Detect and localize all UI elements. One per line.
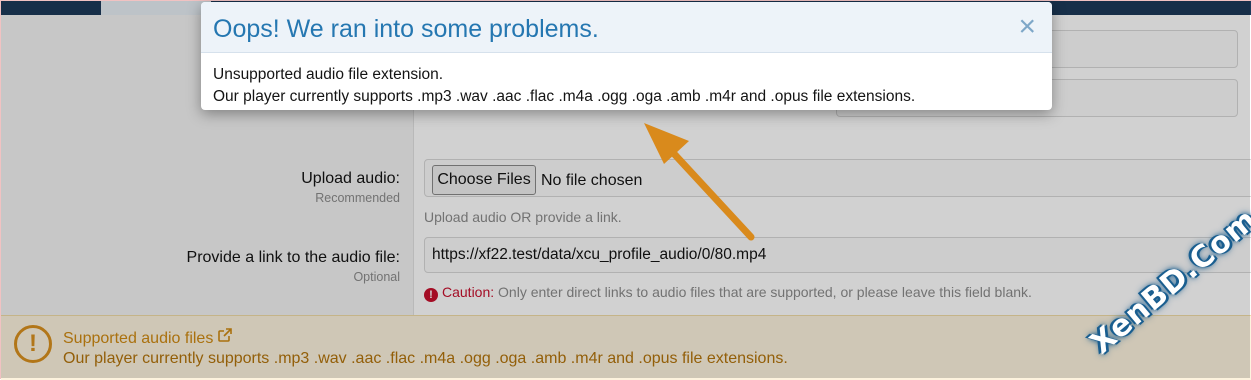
page: Upload audio: Recommended Choose Files N…: [0, 0, 1251, 380]
dialog-body: Unsupported audio file extension. Our pl…: [201, 53, 1052, 110]
close-icon[interactable]: ×: [1018, 12, 1036, 42]
error-message-line-1: Unsupported audio file extension.: [213, 66, 444, 83]
dialog-header: Oops! We ran into some problems. ×: [201, 2, 1052, 53]
dialog-title: Oops! We ran into some problems.: [213, 15, 599, 43]
error-dialog: Oops! We ran into some problems. × Unsup…: [201, 2, 1052, 110]
error-message-line-2: Our player currently supports .mp3 .wav …: [213, 88, 916, 105]
